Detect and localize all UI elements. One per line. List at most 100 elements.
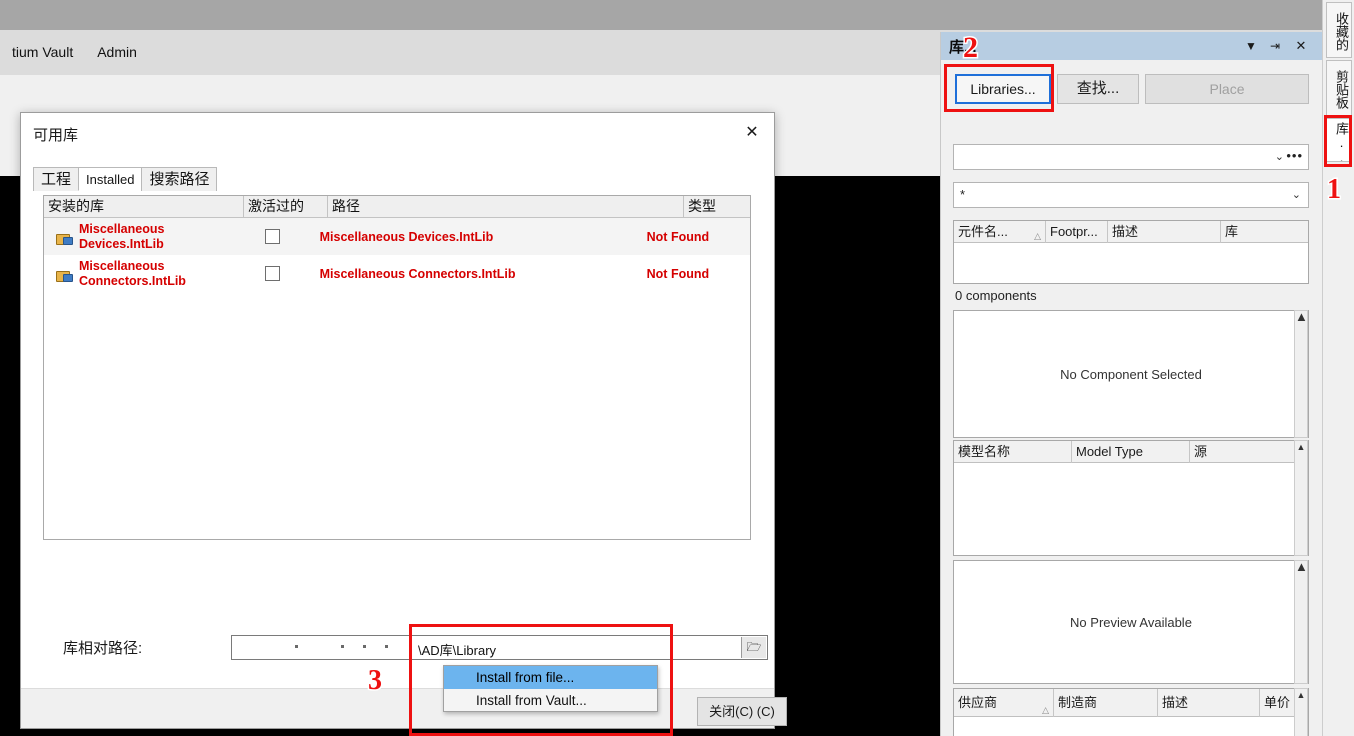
footprint-preview-text: No Preview Available bbox=[1070, 614, 1192, 630]
cell-type: Not Found bbox=[646, 229, 710, 244]
cell-library-name: Miscellaneous Devices.IntLib bbox=[44, 222, 233, 252]
redaction-mask bbox=[233, 637, 411, 658]
chevron-down-icon[interactable]: ⌄ bbox=[1275, 150, 1284, 163]
scroll-up-icon[interactable]: ▲ bbox=[1295, 309, 1308, 324]
integrated-library-icon bbox=[56, 230, 73, 245]
place-button: Place bbox=[1145, 74, 1309, 104]
cell-type: Not Found bbox=[646, 266, 710, 281]
components-grid[interactable]: 元件名... △ Footpr... 描述 库 bbox=[953, 220, 1309, 284]
libraries-panel: 库... ▼ ⇥ ✕ Libraries... 查找... Place ⌄ ••… bbox=[940, 32, 1323, 736]
activated-checkbox[interactable] bbox=[264, 229, 280, 244]
pin-icon[interactable]: ⇥ bbox=[1267, 38, 1283, 54]
table-row[interactable]: Miscellaneous Devices.IntLib Miscellaneo… bbox=[44, 218, 750, 255]
column-model-source[interactable]: 源 △ bbox=[1190, 441, 1308, 463]
column-path[interactable]: 路径 bbox=[328, 195, 684, 218]
chevron-down-icon[interactable]: ▼ bbox=[1243, 38, 1259, 54]
folder-browse-icon[interactable]: 🗁 bbox=[741, 637, 766, 658]
suppliers-grid-scrollbar[interactable]: ▲ bbox=[1294, 688, 1308, 736]
application-titlebar bbox=[0, 0, 1354, 30]
library-select[interactable]: ⌄ ••• bbox=[953, 144, 1309, 170]
scroll-up-icon[interactable]: ▲ bbox=[1295, 559, 1308, 574]
library-name-line2: Devices.IntLib bbox=[79, 236, 164, 251]
libraries-panel-titlebar: 库... ▼ ⇥ ✕ bbox=[941, 32, 1323, 60]
chevron-down-icon[interactable]: ⌄ bbox=[1292, 188, 1301, 201]
column-type[interactable]: 类型 bbox=[684, 196, 750, 218]
components-grid-header: 元件名... △ Footpr... 描述 库 bbox=[954, 220, 1308, 243]
panel-tab-strip: 收藏的 剪贴板 库... bbox=[1322, 0, 1354, 736]
tab-project[interactable]: 工程 bbox=[33, 167, 80, 191]
activated-checkbox[interactable] bbox=[264, 266, 280, 281]
cell-library-name: Miscellaneous Connectors.IntLib bbox=[44, 259, 233, 289]
column-supplier-description[interactable]: 描述 bbox=[1158, 688, 1260, 717]
menu-item-admin[interactable]: Admin bbox=[85, 30, 149, 75]
cell-activated bbox=[233, 266, 312, 281]
column-supplier[interactable]: 供应商 △ bbox=[954, 688, 1054, 717]
table-header-row: 安装的库 激活过的 路径 类型 bbox=[44, 195, 750, 218]
tab-installed[interactable]: Installed bbox=[78, 167, 143, 191]
dialog-body: 工程 Installed 搜索路径 安装的库 激活过的 路径 类型 Miscel… bbox=[21, 153, 774, 688]
cell-activated bbox=[233, 229, 312, 244]
models-grid-scrollbar[interactable]: ▲ bbox=[1294, 440, 1308, 556]
sort-ascending-icon: △ bbox=[1034, 230, 1041, 241]
library-name-text: Miscellaneous Connectors.IntLib bbox=[79, 258, 186, 289]
component-filter-value: * bbox=[960, 187, 966, 202]
dialog-title: 可用库 bbox=[33, 127, 79, 144]
vertical-tab-favorites[interactable]: 收藏的 bbox=[1326, 2, 1352, 58]
tab-search-path[interactable]: 搜索路径 bbox=[141, 167, 218, 191]
dialog-titlebar: 可用库 ✕ bbox=[21, 113, 774, 153]
menu-item-install-from-file[interactable]: Install from file... bbox=[444, 666, 657, 689]
column-model-type[interactable]: Model Type bbox=[1072, 440, 1190, 463]
column-footprint[interactable]: Footpr... bbox=[1046, 220, 1108, 243]
models-grid-header: 模型名称 Model Type 源 △ bbox=[954, 440, 1308, 463]
relative-path-label: 库相对路径: bbox=[63, 640, 143, 657]
component-preview-scrollbar[interactable]: ▲ bbox=[1294, 310, 1308, 438]
sort-ascending-icon: △ bbox=[1042, 704, 1049, 715]
close-icon[interactable]: ✕ bbox=[1293, 38, 1309, 54]
column-activated[interactable]: 激活过的 bbox=[244, 195, 328, 218]
models-grid[interactable]: 模型名称 Model Type 源 △ ▲ bbox=[953, 440, 1309, 556]
installed-libraries-table[interactable]: 安装的库 激活过的 路径 类型 Miscellaneous Devices.In… bbox=[43, 195, 751, 540]
scroll-up-icon[interactable]: ▲ bbox=[1297, 690, 1306, 700]
column-model-name[interactable]: 模型名称 bbox=[954, 440, 1072, 463]
footprint-preview-area: No Preview Available ▲ bbox=[953, 560, 1309, 684]
libraries-button[interactable]: Libraries... bbox=[955, 74, 1051, 104]
component-filter-input[interactable]: * ⌄ bbox=[953, 182, 1309, 208]
dialog-footer: 关闭(C) (C) bbox=[21, 688, 787, 728]
library-name-line1: Miscellaneous bbox=[79, 258, 165, 273]
column-description[interactable]: 描述 bbox=[1108, 220, 1221, 243]
column-label: 源 bbox=[1194, 443, 1208, 459]
table-row[interactable]: Miscellaneous Connectors.IntLib Miscella… bbox=[44, 255, 750, 292]
suppliers-grid-header: 供应商 △ 制造商 描述 单价 bbox=[954, 688, 1308, 717]
menu-item-install-from-vault[interactable]: Install from Vault... bbox=[444, 689, 657, 712]
cell-path: Miscellaneous Connectors.IntLib bbox=[319, 266, 516, 281]
integrated-library-icon bbox=[56, 267, 73, 282]
available-libraries-dialog: 可用库 ✕ 工程 Installed 搜索路径 安装的库 激活过的 路径 类型 … bbox=[20, 112, 787, 729]
relative-path-input[interactable]: \AD库\Library 🗁 bbox=[231, 635, 768, 660]
column-component-name[interactable]: 元件名... △ bbox=[954, 220, 1046, 243]
install-dropdown-menu: Install from file... Install from Vault.… bbox=[443, 665, 658, 712]
library-name-line1: Miscellaneous bbox=[79, 221, 165, 236]
component-count-label: 0 components bbox=[955, 288, 1037, 303]
close-dialog-button[interactable]: 关闭(C) (C) bbox=[697, 697, 787, 726]
library-name-line2: Connectors.IntLib bbox=[79, 273, 186, 288]
dialog-tabs: 工程 Installed 搜索路径 bbox=[33, 167, 218, 191]
column-label: 供应商 bbox=[958, 694, 998, 710]
column-manufacturer[interactable]: 制造商 bbox=[1054, 688, 1158, 717]
column-installed-library[interactable]: 安装的库 bbox=[44, 195, 244, 218]
footprint-preview-scrollbar[interactable]: ▲ bbox=[1294, 560, 1308, 684]
component-preview-text: No Component Selected bbox=[1060, 366, 1202, 382]
scroll-up-icon[interactable]: ▲ bbox=[1297, 442, 1306, 452]
vertical-tab-clipboard[interactable]: 剪贴板 bbox=[1326, 60, 1352, 116]
search-button[interactable]: 查找... bbox=[1057, 74, 1139, 104]
close-icon[interactable]: ✕ bbox=[740, 122, 764, 144]
menu-item-vault[interactable]: tium Vault bbox=[0, 30, 85, 75]
vertical-tab-libraries[interactable]: 库... bbox=[1326, 118, 1352, 162]
suppliers-grid[interactable]: 供应商 △ 制造商 描述 单价 ▲ bbox=[953, 688, 1309, 736]
column-label: 元件名... bbox=[958, 223, 1008, 239]
cell-path: Miscellaneous Devices.IntLib bbox=[319, 229, 494, 244]
relative-path-value: \AD库\Library bbox=[418, 643, 497, 658]
component-preview-area: No Component Selected ▲ bbox=[953, 310, 1309, 438]
column-library[interactable]: 库 bbox=[1221, 221, 1306, 243]
ellipsis-icon[interactable]: ••• bbox=[1286, 148, 1303, 163]
library-name-text: Miscellaneous Devices.IntLib bbox=[79, 222, 179, 252]
